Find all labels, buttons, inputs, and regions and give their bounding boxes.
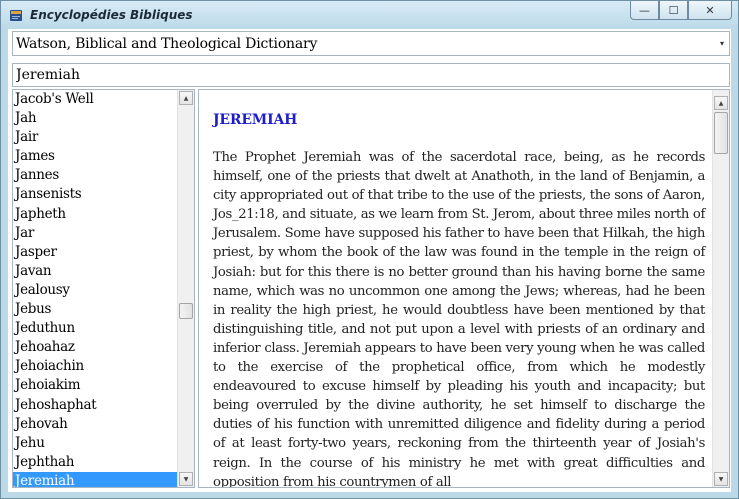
article-body: The Prophet Jeremiah was of the sacerdot… [213, 150, 705, 488]
app-window: Encyclopédies Bibliques — ☐ ✕ Watson, Bi… [0, 0, 739, 499]
list-item[interactable]: Jehu [13, 434, 179, 453]
arrow-down-icon: ▼ [183, 475, 189, 483]
list-item[interactable]: Jebus [13, 300, 179, 319]
list-item[interactable]: Jehovah [13, 415, 179, 434]
chevron-down-icon[interactable]: ▾ [717, 39, 727, 49]
list-item[interactable]: Jasper [13, 243, 179, 262]
minimize-button[interactable]: — [630, 1, 659, 20]
entry-list[interactable]: Jacob's Well Jah Jair James Jannes Jansenists… [12, 89, 195, 488]
dictionary-select-value: Watson, Biblical and Theological Diction… [16, 36, 318, 52]
maximize-button[interactable]: ☐ [659, 1, 688, 20]
title-bar[interactable]: Encyclopédies Bibliques — ☐ ✕ [1, 1, 738, 29]
list-item[interactable]: Jehoiakim [13, 376, 179, 395]
list-item[interactable]: Jephthah [13, 453, 179, 472]
list-item[interactable]: Jehoiachin [13, 357, 179, 376]
article-content: JEREMIAH The Prophet Jeremiah was of the… [213, 112, 705, 488]
list-item[interactable]: Jehoahaz [13, 338, 179, 357]
entry-list-scrollbar[interactable]: ▲ ▼ [177, 90, 194, 487]
list-item[interactable]: Jair [13, 128, 179, 147]
list-item[interactable]: Jar [13, 224, 179, 243]
minimize-icon: — [639, 3, 650, 17]
article-pane[interactable]: JEREMIAH The Prophet Jeremiah was of the… [198, 89, 730, 488]
list-item[interactable]: Jah [13, 109, 179, 128]
list-item[interactable]: Jealousy [13, 281, 179, 300]
entry-list-items: Jacob's Well Jah Jair James Jannes Jansenists… [13, 90, 179, 487]
close-icon: ✕ [705, 3, 715, 17]
article-scrollbar[interactable]: ▲ ▼ [712, 90, 729, 487]
dictionary-select[interactable]: Watson, Biblical and Theological Diction… [12, 31, 730, 56]
list-item[interactable]: Jansenists [13, 185, 179, 204]
list-item[interactable]: James [13, 147, 179, 166]
book-icon [10, 10, 22, 21]
list-item[interactable]: Japheth [13, 205, 179, 224]
scroll-up-button[interactable]: ▲ [179, 91, 193, 105]
arrow-up-icon: ▲ [718, 99, 724, 107]
scroll-thumb[interactable] [179, 303, 193, 319]
arrow-down-icon: ▼ [718, 475, 724, 483]
window-controls: — ☐ ✕ [630, 1, 732, 21]
list-item[interactable]: Jehoshaphat [13, 396, 179, 415]
article-scroll-up-button[interactable]: ▲ [714, 96, 728, 110]
list-item[interactable]: Javan [13, 262, 179, 281]
search-input[interactable] [12, 63, 730, 87]
list-item[interactable]: Jacob's Well [13, 90, 179, 109]
article-scroll-down-button[interactable]: ▼ [714, 472, 728, 486]
maximize-icon: ☐ [668, 3, 679, 17]
scroll-down-button[interactable]: ▼ [179, 472, 193, 486]
list-item[interactable]: Jeremiah [13, 471, 179, 487]
client-area: Watson, Biblical and Theological Diction… [8, 29, 731, 492]
article-title: JEREMIAH [213, 112, 298, 128]
article-scroll-thumb[interactable] [714, 112, 728, 154]
list-item[interactable]: Jeduthun [13, 319, 179, 338]
window-title: Encyclopédies Bibliques [30, 8, 193, 22]
list-item[interactable]: Jannes [13, 166, 179, 185]
arrow-up-icon: ▲ [183, 94, 189, 102]
close-button[interactable]: ✕ [688, 1, 732, 20]
